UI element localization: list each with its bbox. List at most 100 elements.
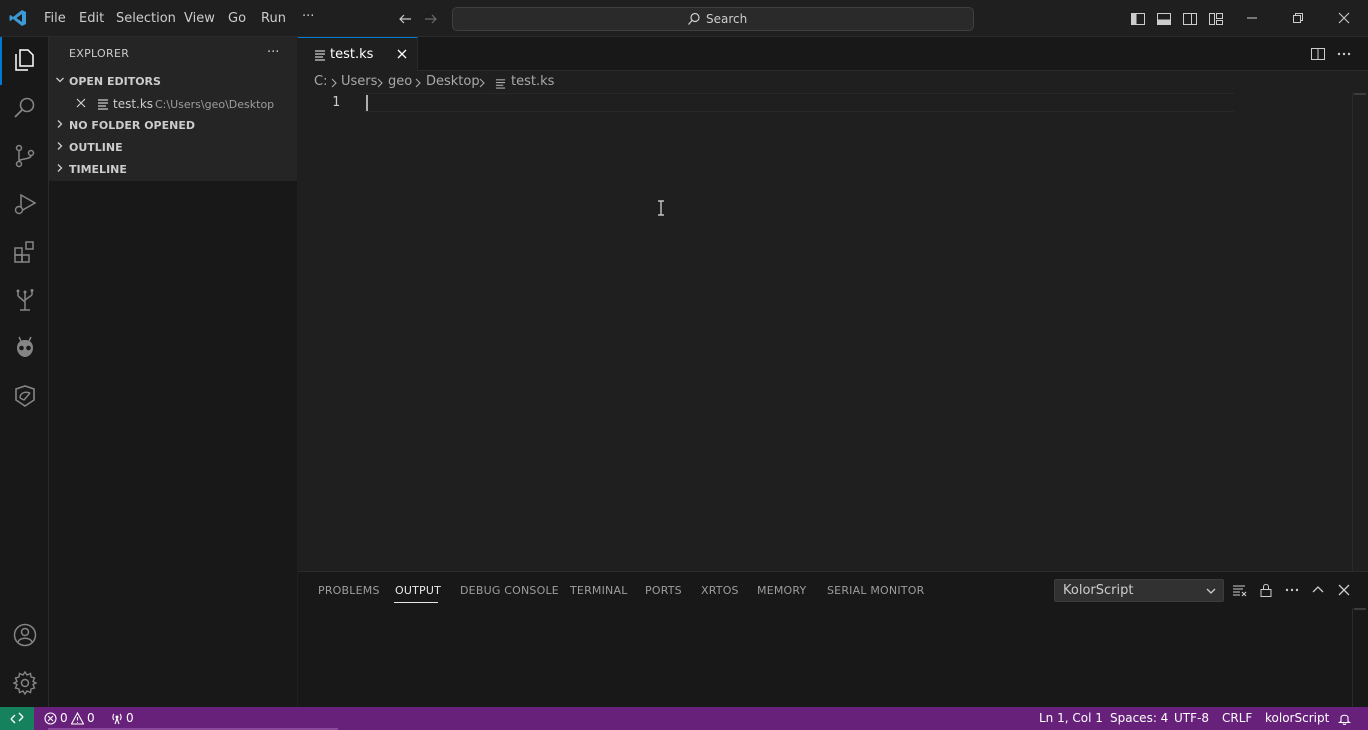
customize-layout-icon[interactable] [1208, 11, 1224, 27]
tab-ports[interactable]: PORTS [645, 584, 682, 597]
encoding[interactable]: UTF-8 [1174, 711, 1209, 725]
open-editor-filepath: C:\Users\geo\Desktop [155, 98, 275, 111]
editor-scrollbar-marker [1354, 93, 1366, 95]
gear-icon[interactable] [12, 670, 38, 696]
tab-terminal[interactable]: TERMINAL [570, 584, 628, 597]
open-editor-item[interactable]: test.ks C:\Users\geo\Desktop [49, 93, 297, 115]
section-open-editors[interactable]: OPEN EDITORS [49, 71, 297, 93]
error-icon[interactable] [44, 712, 57, 725]
language-mode[interactable]: kolorScript [1265, 711, 1329, 725]
open-editor-filename: test.ks [113, 97, 154, 111]
menu-run[interactable]: Run [261, 11, 286, 26]
ports-count[interactable]: 0 [126, 711, 134, 725]
menu-edit[interactable]: Edit [79, 11, 104, 26]
breadcrumb-desktop[interactable]: Desktop [426, 74, 480, 89]
broadcast-icon[interactable] [110, 712, 124, 725]
remote-explorer-tree-icon[interactable] [12, 287, 38, 313]
toggle-secondary-sidebar-icon[interactable] [1182, 11, 1198, 27]
chevron-right-icon [57, 142, 63, 150]
search-placeholder: Search [706, 12, 748, 26]
split-editor-icon[interactable] [1310, 46, 1326, 62]
bottom-panel: PROBLEMS OUTPUT DEBUG CONSOLE TERMINAL P… [298, 571, 1368, 708]
tab-memory[interactable]: MEMORY [757, 584, 806, 597]
close-icon[interactable] [75, 97, 87, 109]
explorer-icon[interactable] [12, 47, 38, 73]
more-actions-icon[interactable] [1336, 46, 1352, 62]
section-open-editors-label: OPEN EDITORS [69, 75, 161, 88]
title-bar: File Edit Selection View Go Run ··· Sear… [0, 0, 1368, 37]
remote-icon [10, 712, 24, 724]
menu-view[interactable]: View [184, 11, 215, 26]
bell-icon[interactable] [1338, 712, 1351, 725]
chevron-up-icon[interactable] [1310, 582, 1326, 598]
section-timeline-label: TIMELINE [69, 163, 127, 176]
warning-count[interactable]: 0 [87, 711, 95, 725]
minimize-icon[interactable] [1245, 11, 1259, 25]
mouse-ibeam-cursor-icon [658, 200, 664, 216]
editor-area: test.ks C: Users geo Desktop test.ks 1 [298, 37, 1368, 571]
section-no-folder-label: NO FOLDER OPENED [69, 119, 195, 132]
search-icon [688, 12, 700, 25]
end-of-line[interactable]: CRLF [1222, 711, 1252, 725]
chevron-right-icon [57, 120, 63, 128]
arrow-left-icon[interactable] [397, 11, 413, 27]
toggle-panel-icon[interactable] [1156, 11, 1172, 27]
current-line-highlight [364, 93, 1234, 112]
tab-debug-console[interactable]: DEBUG CONSOLE [460, 584, 559, 597]
tab-xrtos[interactable]: XRTOS [701, 584, 739, 597]
error-count[interactable]: 0 [60, 711, 68, 725]
toggle-primary-sidebar-icon[interactable] [1130, 11, 1146, 27]
menu-more[interactable]: ··· [302, 9, 314, 24]
panel-scrollbar-marker [1354, 608, 1366, 610]
indentation[interactable]: Spaces: 4 [1110, 711, 1168, 725]
panel-scrollbar[interactable] [1352, 608, 1366, 708]
cursor-position[interactable]: Ln 1, Col 1 [1039, 711, 1103, 725]
search-view-icon[interactable] [12, 95, 38, 121]
close-icon[interactable] [396, 48, 408, 60]
editor-scrollbar[interactable] [1352, 93, 1366, 571]
section-outline[interactable]: OUTLINE [49, 137, 297, 159]
restore-icon[interactable] [1291, 11, 1305, 25]
lock-icon[interactable] [1258, 582, 1274, 598]
platformio-alien-icon[interactable] [12, 335, 38, 361]
file-lines-icon [98, 99, 108, 110]
command-center-search[interactable]: Search [452, 7, 974, 31]
chevron-down-icon [56, 77, 64, 83]
section-timeline[interactable]: TIMELINE [49, 159, 297, 181]
tab-output[interactable]: OUTPUT [395, 584, 441, 597]
run-and-debug-icon[interactable] [12, 191, 38, 217]
menu-selection[interactable]: Selection [116, 11, 176, 26]
accounts-icon[interactable] [12, 622, 38, 648]
close-icon[interactable] [1336, 582, 1352, 598]
close-window-icon[interactable] [1337, 11, 1351, 25]
menu-file[interactable]: File [44, 11, 66, 26]
chevron-down-icon [1206, 588, 1216, 594]
output-channel-value: KolorScript [1063, 583, 1134, 598]
clear-output-icon[interactable] [1232, 582, 1248, 598]
tab-problems[interactable]: PROBLEMS [318, 584, 380, 597]
vscode-logo-icon[interactable] [9, 9, 27, 27]
extensions-icon[interactable] [12, 239, 38, 265]
warning-icon[interactable] [71, 712, 84, 725]
chevron-right-icon [331, 78, 337, 88]
breadcrumb-users[interactable]: Users [341, 74, 377, 89]
breadcrumb-file[interactable]: test.ks [511, 74, 554, 89]
chevron-right-icon [57, 164, 63, 172]
code-editor[interactable]: 1 [298, 93, 1368, 571]
source-control-icon[interactable] [12, 143, 38, 169]
breadcrumb-drive[interactable]: C: [314, 74, 327, 89]
breadcrumb-geo[interactable]: geo [388, 74, 412, 89]
tab-serial-monitor[interactable]: SERIAL MONITOR [827, 584, 924, 597]
chevron-right-icon [415, 78, 421, 88]
more-actions-icon[interactable] [1284, 582, 1300, 598]
section-no-folder[interactable]: NO FOLDER OPENED [49, 115, 297, 137]
kolorscript-extension-icon[interactable] [12, 383, 38, 409]
status-bar: 0 0 0 Ln 1, Col 1 Spaces: 4 UTF-8 CRLF k… [0, 707, 1368, 730]
remote-indicator[interactable] [0, 707, 34, 730]
menu-go[interactable]: Go [228, 11, 246, 26]
sidebar-more-actions[interactable]: ··· [267, 45, 279, 60]
output-channel-select[interactable]: KolorScript [1054, 579, 1224, 602]
tab-test-ks[interactable]: test.ks [298, 37, 418, 71]
chevron-right-icon [377, 78, 383, 88]
arrow-right-icon[interactable] [423, 11, 439, 27]
